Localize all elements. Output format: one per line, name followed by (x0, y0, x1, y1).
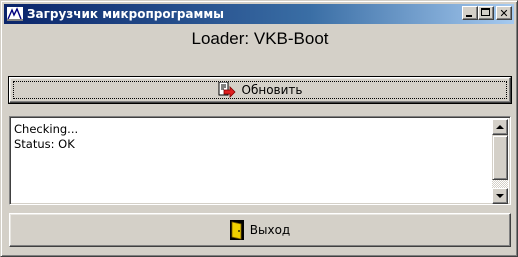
log-line: Status: OK (14, 137, 75, 151)
loader-label: Loader: VKB-Boot (191, 29, 329, 48)
title-buttons: ✕ (462, 6, 512, 20)
scrollbar-thumb[interactable] (492, 135, 508, 180)
minimize-icon (466, 15, 472, 17)
refresh-document-arrow-icon (218, 82, 236, 98)
arrow-up-icon (496, 125, 504, 129)
log-textarea[interactable]: Checking... Status: OK (9, 116, 511, 205)
minimize-button[interactable] (462, 6, 478, 20)
firmware-loader-icon (6, 6, 24, 22)
exit-button[interactable]: Выход (9, 213, 511, 247)
firmware-loader-window: Загрузчик микропрограммы ✕ Loader: VKB-B… (0, 0, 518, 257)
refresh-button[interactable]: Обновить (8, 76, 512, 104)
scroll-up-button[interactable] (492, 119, 508, 135)
refresh-button-label: Обновить (241, 83, 303, 97)
window-title: Загрузчик микропрограммы (27, 7, 224, 21)
vertical-scrollbar[interactable] (492, 119, 508, 204)
maximize-icon (481, 8, 490, 16)
close-icon: ✕ (499, 6, 509, 20)
scroll-down-button[interactable] (492, 188, 508, 204)
exit-door-icon (229, 220, 244, 240)
arrow-down-icon (496, 194, 504, 198)
title-bar[interactable]: Загрузчик микропрограммы ✕ (4, 4, 514, 24)
close-button[interactable]: ✕ (496, 6, 512, 20)
maximize-button[interactable] (478, 6, 494, 20)
log-text: Checking... Status: OK (14, 122, 78, 152)
log-line: Checking... (14, 122, 79, 136)
exit-button-label: Выход (249, 223, 291, 237)
